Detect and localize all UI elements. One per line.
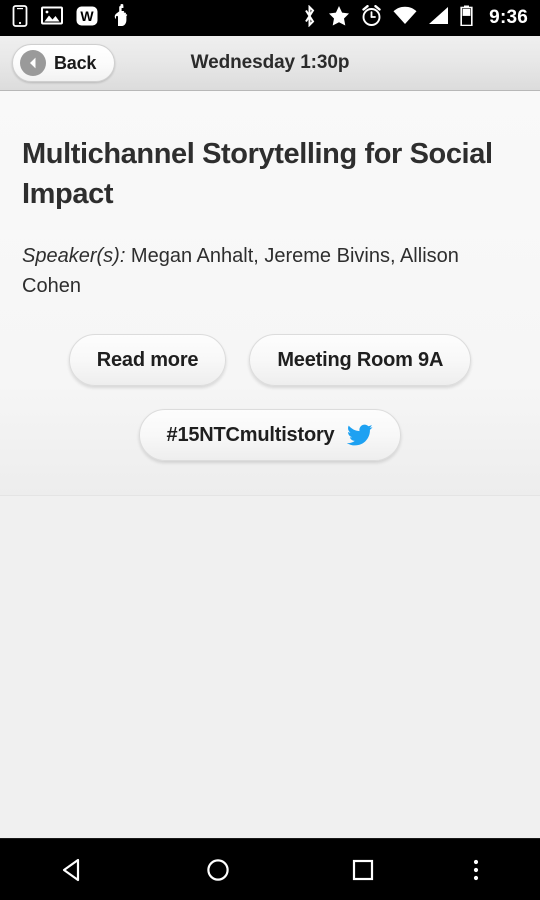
back-button[interactable]: Back <box>12 44 116 82</box>
android-navigation-bar <box>0 838 540 900</box>
nav-back-button[interactable] <box>0 839 145 900</box>
hashtag-twitter-button[interactable]: #15NTCmultistory <box>138 409 402 461</box>
page-background <box>0 496 540 838</box>
speakers-label: Speaker(s): <box>22 245 126 267</box>
star-icon <box>328 5 350 31</box>
session-speakers: Speaker(s): Megan Anhalt, Jereme Bivins,… <box>22 241 518 301</box>
status-bar-system-icons: 9:36 <box>302 4 528 32</box>
session-action-row-hashtag: #15NTCmultistory <box>22 409 518 461</box>
square-icon <box>349 856 377 884</box>
read-more-button[interactable]: Read more <box>68 334 227 386</box>
chevron-left-icon <box>20 50 46 76</box>
status-bar: W 9:36 <box>0 0 540 36</box>
triangle-left-icon <box>59 856 87 884</box>
session-action-row-primary: Read more Meeting Room 9A <box>22 334 518 386</box>
status-bar-notifications: W <box>12 4 133 32</box>
three-dots-vertical-icon <box>472 856 480 884</box>
wikipedia-w-icon: W <box>76 5 98 32</box>
circle-icon <box>204 856 232 884</box>
back-button-label: Back <box>54 52 97 73</box>
session-detail-card: Multichannel Storytelling for Social Imp… <box>0 91 540 496</box>
twitter-bird-icon <box>347 424 373 446</box>
cellular-signal-icon <box>428 6 449 30</box>
nav-home-button[interactable] <box>145 839 290 900</box>
app-header-bar: Back Wednesday 1:30p <box>0 36 540 91</box>
wifi-icon <box>393 6 417 30</box>
status-bar-clock: 9:36 <box>489 7 528 28</box>
session-title: Multichannel Storytelling for Social Imp… <box>22 138 493 210</box>
bluetooth-icon <box>302 4 317 32</box>
hashtag-label: #15NTCmultistory <box>166 423 335 446</box>
battery-icon <box>460 5 473 31</box>
nav-recents-button[interactable] <box>291 839 436 900</box>
read-more-label: Read more <box>96 348 199 371</box>
alarm-clock-icon <box>361 4 382 32</box>
device-phone-icon <box>12 4 28 32</box>
meeting-room-label: Meeting Room 9A <box>277 348 444 371</box>
image-photo-icon <box>41 6 63 30</box>
android-screen: W 9:36 Back Wednesday 1:30p Multichannel… <box>0 0 540 900</box>
hand-touch-icon <box>111 4 133 32</box>
svg-text:W: W <box>80 8 94 24</box>
meeting-room-button[interactable]: Meeting Room 9A <box>249 334 472 386</box>
nav-overflow-button[interactable] <box>436 839 516 900</box>
